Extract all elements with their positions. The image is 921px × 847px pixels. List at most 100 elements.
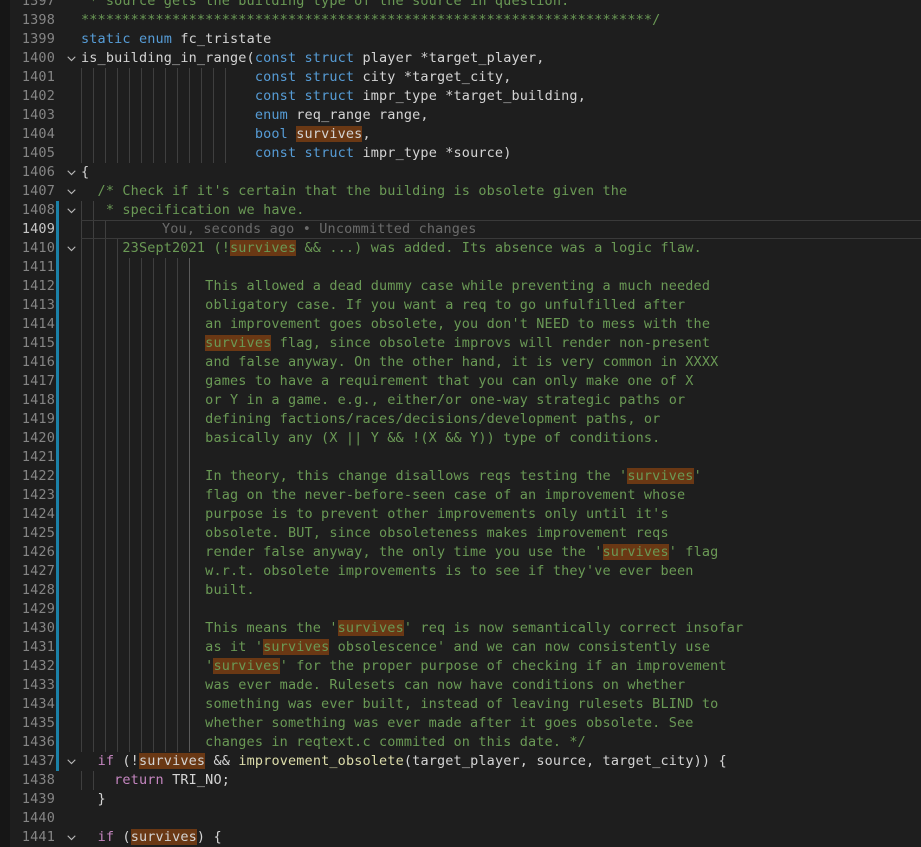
modified-change-bar[interactable] xyxy=(55,486,61,505)
line-number[interactable]: 1408 xyxy=(10,201,55,220)
line-number[interactable]: 1441 xyxy=(10,828,55,847)
code-text[interactable]: * specification we have. xyxy=(81,201,921,220)
modified-change-bar[interactable] xyxy=(55,505,61,524)
code-editor[interactable]: 1397 * source gets the building type of … xyxy=(0,0,921,847)
modified-change-bar[interactable] xyxy=(55,239,61,258)
modified-change-bar[interactable] xyxy=(55,353,61,372)
line-number[interactable]: 1434 xyxy=(10,695,55,714)
line-number[interactable]: 1421 xyxy=(10,448,55,467)
code-text[interactable]: const struct city *target_city, xyxy=(81,68,921,87)
line-number[interactable]: 1407 xyxy=(10,182,55,201)
line-number[interactable]: 1411 xyxy=(10,258,55,277)
line-number[interactable]: 1424 xyxy=(10,505,55,524)
code-text[interactable]: changes in reqtext.c commited on this da… xyxy=(81,733,921,752)
code-text[interactable] xyxy=(81,809,921,828)
line-number[interactable]: 1420 xyxy=(10,429,55,448)
line-number[interactable]: 1397 xyxy=(10,0,55,3)
chevron-down-icon[interactable] xyxy=(61,752,81,771)
modified-change-bar[interactable] xyxy=(55,714,61,733)
line-number[interactable]: 1414 xyxy=(10,315,55,334)
line-number[interactable]: 1428 xyxy=(10,581,55,600)
code-text[interactable]: static enum fc_tristate xyxy=(81,30,921,49)
line-number[interactable]: 1440 xyxy=(10,809,55,828)
code-text[interactable]: This allowed a dead dummy case while pre… xyxy=(81,277,921,296)
line-number[interactable]: 1398 xyxy=(10,11,55,30)
modified-change-bar[interactable] xyxy=(55,657,61,676)
line-number[interactable]: 1402 xyxy=(10,87,55,106)
code-text[interactable] xyxy=(81,448,921,467)
code-text[interactable]: or Y in a game. e.g., either/or one-way … xyxy=(81,391,921,410)
modified-change-bar[interactable] xyxy=(55,391,61,410)
modified-change-bar[interactable] xyxy=(55,372,61,391)
code-text[interactable]: built. xyxy=(81,581,921,600)
line-number[interactable]: 1436 xyxy=(10,733,55,752)
code-text[interactable]: whether something was ever made after it… xyxy=(81,714,921,733)
code-text[interactable]: return TRI_NO; xyxy=(81,771,921,790)
line-number[interactable]: 1410 xyxy=(10,239,55,258)
modified-change-bar[interactable] xyxy=(55,695,61,714)
chevron-down-icon[interactable] xyxy=(61,182,81,201)
code-text[interactable]: something was ever built, instead of lea… xyxy=(81,695,921,714)
line-number[interactable]: 1429 xyxy=(10,600,55,619)
chevron-down-icon[interactable] xyxy=(61,828,81,847)
modified-change-bar[interactable] xyxy=(55,410,61,429)
modified-change-bar[interactable] xyxy=(55,676,61,695)
line-number[interactable]: 1426 xyxy=(10,543,55,562)
code-text[interactable]: ****************************************… xyxy=(81,11,921,30)
modified-change-bar[interactable] xyxy=(55,543,61,562)
code-text[interactable]: obligatory case. If you want a req to go… xyxy=(81,296,921,315)
code-text[interactable]: games to have a requirement that you can… xyxy=(81,372,921,391)
modified-change-bar[interactable] xyxy=(55,467,61,486)
line-number[interactable]: 1405 xyxy=(10,144,55,163)
code-text[interactable]: purpose is to prevent other improvements… xyxy=(81,505,921,524)
modified-change-bar[interactable] xyxy=(55,619,61,638)
code-text[interactable]: and false anyway. On the other hand, it … xyxy=(81,353,921,372)
line-number[interactable]: 1431 xyxy=(10,638,55,657)
code-text[interactable]: { xyxy=(81,163,921,182)
code-text[interactable]: This means the 'survives' req is now sem… xyxy=(81,619,921,638)
modified-change-bar[interactable] xyxy=(55,258,61,277)
code-text[interactable]: const struct impr_type *source) xyxy=(81,144,921,163)
modified-change-bar[interactable] xyxy=(55,733,61,752)
line-number[interactable]: 1418 xyxy=(10,391,55,410)
modified-change-bar[interactable] xyxy=(55,277,61,296)
code-text[interactable]: defining factions/races/decisions/develo… xyxy=(81,410,921,429)
modified-change-bar[interactable] xyxy=(55,429,61,448)
line-number[interactable]: 1400 xyxy=(10,49,55,68)
code-text[interactable] xyxy=(81,600,921,619)
line-number[interactable]: 1422 xyxy=(10,467,55,486)
chevron-down-icon[interactable] xyxy=(61,163,81,182)
code-text[interactable]: as it 'survives obsolescence' and we can… xyxy=(81,638,921,657)
line-number[interactable]: 1425 xyxy=(10,524,55,543)
code-text[interactable]: obsolete. BUT, since obsoleteness makes … xyxy=(81,524,921,543)
modified-change-bar[interactable] xyxy=(55,581,61,600)
line-number[interactable]: 1399 xyxy=(10,30,55,49)
code-text[interactable]: const struct impr_type *target_building, xyxy=(81,87,921,106)
line-number[interactable]: 1438 xyxy=(10,771,55,790)
line-number[interactable]: 1423 xyxy=(10,486,55,505)
code-text[interactable]: } xyxy=(81,790,921,809)
code-text[interactable]: bool survives, xyxy=(81,125,921,144)
line-number[interactable]: 1433 xyxy=(10,676,55,695)
modified-change-bar[interactable] xyxy=(55,315,61,334)
modified-change-bar[interactable] xyxy=(55,201,61,220)
code-text[interactable]: 'survives' for the proper purpose of che… xyxy=(81,657,921,676)
code-text[interactable]: * source gets the building type of the s… xyxy=(81,0,921,3)
code-text[interactable]: 23Sept2021 (!survives && ...) was added.… xyxy=(81,239,921,258)
line-number[interactable]: 1439 xyxy=(10,790,55,809)
code-text[interactable] xyxy=(81,258,921,277)
line-number[interactable]: 1437 xyxy=(10,752,55,771)
modified-change-bar[interactable] xyxy=(55,524,61,543)
line-number[interactable]: 1415 xyxy=(10,334,55,353)
line-number[interactable]: 1404 xyxy=(10,125,55,144)
modified-change-bar[interactable] xyxy=(55,752,61,771)
line-number[interactable]: 1412 xyxy=(10,277,55,296)
line-number[interactable]: 1430 xyxy=(10,619,55,638)
modified-change-bar[interactable] xyxy=(55,600,61,619)
line-number[interactable]: 1419 xyxy=(10,410,55,429)
code-text[interactable]: if (!survives && improvement_obsolete(ta… xyxy=(81,752,921,771)
code-text[interactable]: enum req_range range, xyxy=(81,106,921,125)
code-text[interactable]: is_building_in_range(const struct player… xyxy=(81,49,921,68)
code-text[interactable]: w.r.t. obsolete improvements is to see i… xyxy=(81,562,921,581)
chevron-down-icon[interactable] xyxy=(61,239,81,258)
